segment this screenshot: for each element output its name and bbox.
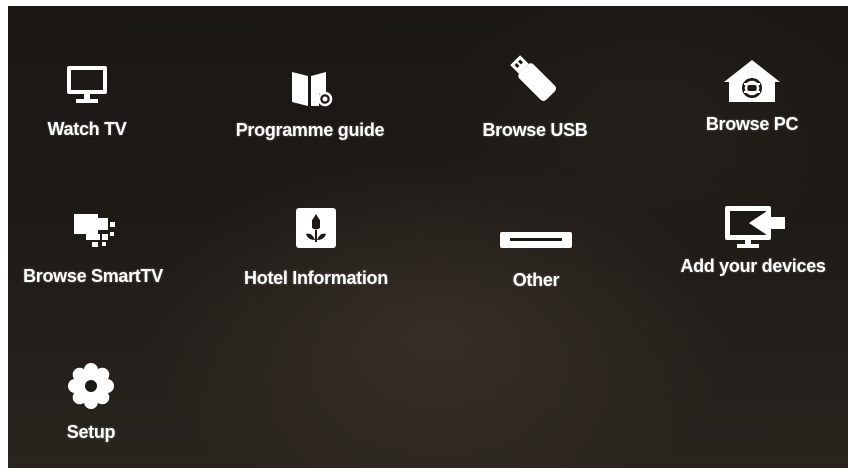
menu-label: Other: [512, 270, 560, 290]
menu-item-programme-guide[interactable]: Programme guide: [225, 68, 395, 141]
menu-item-other[interactable]: Other: [486, 224, 586, 291]
disc-player-icon: [500, 232, 572, 248]
menu-label: Watch TV: [47, 119, 127, 139]
menu-label: Hotel Information: [244, 268, 388, 288]
tv-icon: [67, 66, 107, 103]
menu-label: Browse PC: [705, 114, 799, 134]
tulip-info-icon: [296, 208, 336, 248]
add-device-icon: [725, 206, 785, 248]
tv-home-menu: Watch TV Programme guide Browse USB Brow…: [8, 6, 848, 468]
menu-label: Setup: [66, 422, 116, 442]
menu-item-watch-tv[interactable]: Watch TV: [32, 62, 142, 140]
menu-item-browse-pc[interactable]: Browse PC: [692, 56, 812, 135]
menu-item-hotel-information[interactable]: Hotel Information: [231, 206, 401, 289]
menu-label: Add your devices: [680, 256, 826, 276]
menu-label: Programme guide: [235, 120, 385, 140]
usb-stick-icon: [510, 55, 556, 101]
smarttv-apps-icon: [74, 214, 115, 247]
home-network-icon: [724, 60, 780, 102]
menu-label: Browse USB: [482, 120, 588, 140]
menu-item-add-your-devices[interactable]: Add your devices: [668, 202, 838, 277]
menu-item-setup[interactable]: Setup: [46, 358, 136, 443]
menu-label: Browse SmartTV: [23, 266, 163, 286]
menu-item-browse-usb[interactable]: Browse USB: [470, 50, 600, 141]
menu-item-browse-smarttv[interactable]: Browse SmartTV: [8, 208, 178, 287]
book-guide-icon: [292, 72, 333, 107]
gear-icon: [68, 363, 114, 409]
